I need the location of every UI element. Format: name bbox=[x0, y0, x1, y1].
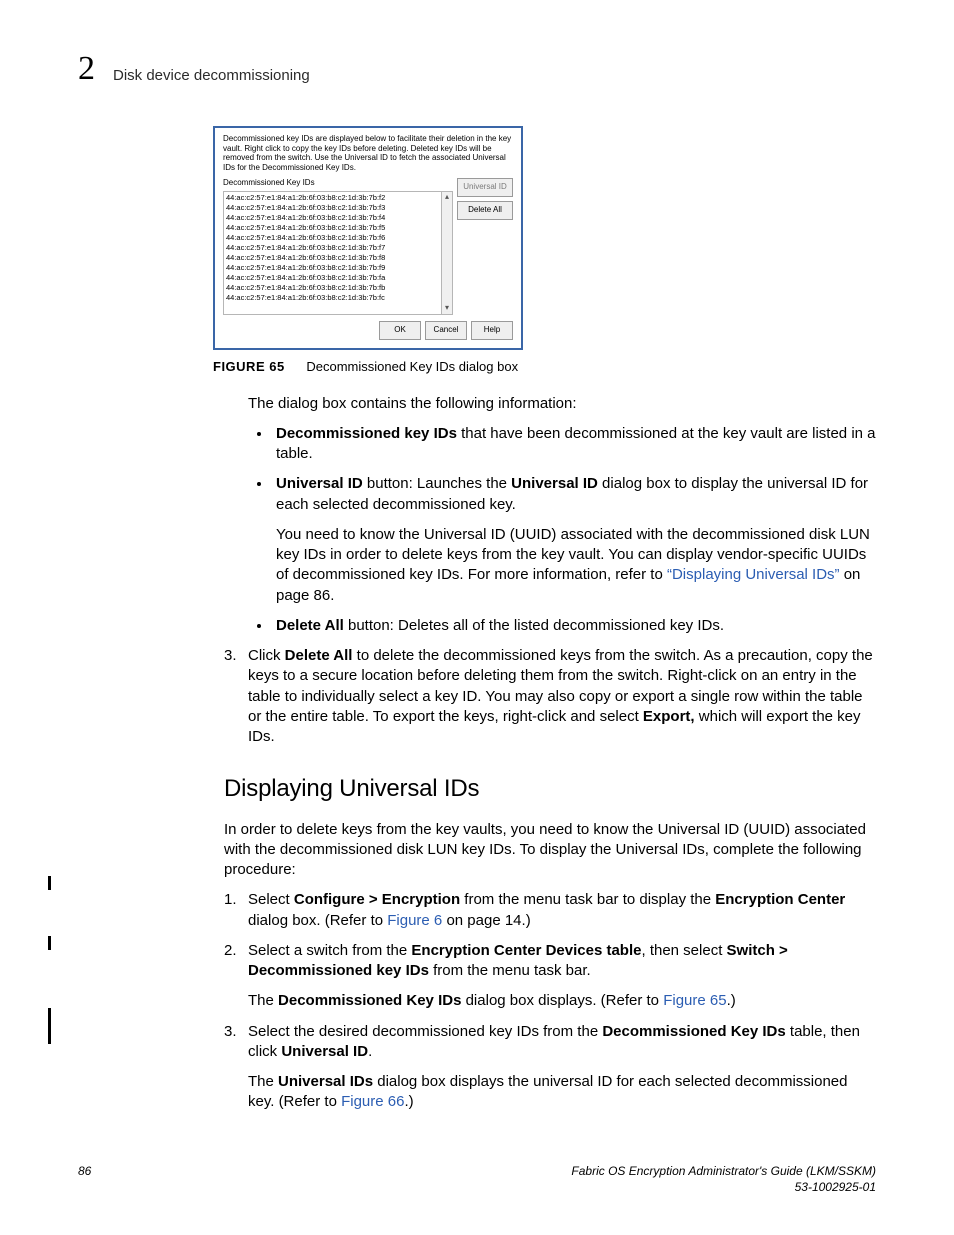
figure-caption-text: Decommissioned Key IDs dialog box bbox=[306, 359, 518, 374]
universal-id-button[interactable]: Universal ID bbox=[457, 178, 513, 197]
page-footer: 86 Fabric OS Encryption Administrator's … bbox=[78, 1163, 876, 1195]
key-id-row[interactable]: 44:ac:c2:57:e1:84:a1:2b:6f:03:b8:c2:1d:3… bbox=[226, 233, 439, 243]
key-id-row[interactable]: 44:ac:c2:57:e1:84:a1:2b:6f:03:b8:c2:1d:3… bbox=[226, 293, 439, 303]
delete-all-button[interactable]: Delete All bbox=[457, 201, 513, 220]
step-1: 1. Select Configure > Encryption from th… bbox=[224, 890, 876, 931]
figure-label: FIGURE 65 bbox=[213, 359, 285, 374]
scroll-down-icon[interactable]: ▾ bbox=[445, 303, 449, 314]
key-id-row[interactable]: 44:ac:c2:57:e1:84:a1:2b:6f:03:b8:c2:1d:3… bbox=[226, 263, 439, 273]
scrollbar[interactable]: ▴ ▾ bbox=[442, 191, 453, 315]
link-displaying-universal-ids[interactable]: “Displaying Universal IDs” bbox=[667, 566, 840, 583]
step-3: 3. Select the desired decommissioned key… bbox=[224, 1022, 876, 1113]
key-id-row[interactable]: 44:ac:c2:57:e1:84:a1:2b:6f:03:b8:c2:1d:3… bbox=[226, 213, 439, 223]
decommissioned-key-ids-dialog: Decommissioned key IDs are displayed bel… bbox=[213, 126, 523, 350]
key-id-row[interactable]: 44:ac:c2:57:e1:84:a1:2b:6f:03:b8:c2:1d:3… bbox=[226, 243, 439, 253]
footer-title: Fabric OS Encryption Administrator's Gui… bbox=[571, 1163, 876, 1179]
key-id-list[interactable]: 44:ac:c2:57:e1:84:a1:2b:6f:03:b8:c2:1d:3… bbox=[223, 191, 442, 315]
step-3-delete-all: 3. Click Delete All to delete the decomm… bbox=[224, 646, 876, 747]
chapter-number: 2 bbox=[78, 52, 95, 86]
lead-paragraph: The dialog box contains the following in… bbox=[248, 394, 876, 414]
body-content: The dialog box contains the following in… bbox=[248, 394, 876, 637]
bullet-universal-id-detail: You need to know the Universal ID (UUID)… bbox=[276, 525, 876, 606]
key-id-row[interactable]: 44:ac:c2:57:e1:84:a1:2b:6f:03:b8:c2:1d:3… bbox=[226, 203, 439, 213]
scroll-up-icon[interactable]: ▴ bbox=[445, 192, 449, 203]
bullet-delete-all: Delete All button: Deletes all of the li… bbox=[272, 616, 876, 636]
help-button[interactable]: Help bbox=[471, 321, 513, 340]
section2-intro: In order to delete keys from the key vau… bbox=[224, 820, 876, 881]
figure-caption: FIGURE 65 Decommissioned Key IDs dialog … bbox=[213, 358, 876, 376]
key-id-row[interactable]: 44:ac:c2:57:e1:84:a1:2b:6f:03:b8:c2:1d:3… bbox=[226, 283, 439, 293]
revision-bar bbox=[48, 876, 51, 890]
cancel-button[interactable]: Cancel bbox=[425, 321, 467, 340]
bullet-universal-id: Universal ID button: Launches the Univer… bbox=[272, 474, 876, 606]
page-header: 2 Disk device decommissioning bbox=[78, 52, 876, 86]
link-figure-6[interactable]: Figure 6 bbox=[387, 912, 442, 929]
revision-bar bbox=[48, 1008, 51, 1044]
figure-65: Decommissioned key IDs are displayed bel… bbox=[213, 126, 876, 376]
revision-bar bbox=[48, 936, 51, 950]
link-figure-65[interactable]: Figure 65 bbox=[663, 992, 726, 1009]
key-id-row[interactable]: 44:ac:c2:57:e1:84:a1:2b:6f:03:b8:c2:1d:3… bbox=[226, 253, 439, 263]
bullet-decommissioned-key-ids: Decommissioned key IDs that have been de… bbox=[272, 424, 876, 465]
section-title-displaying-universal-ids: Displaying Universal IDs bbox=[224, 773, 876, 805]
key-id-row[interactable]: 44:ac:c2:57:e1:84:a1:2b:6f:03:b8:c2:1d:3… bbox=[226, 193, 439, 203]
key-id-row[interactable]: 44:ac:c2:57:e1:84:a1:2b:6f:03:b8:c2:1d:3… bbox=[226, 223, 439, 233]
page-number: 86 bbox=[78, 1163, 91, 1195]
ok-button[interactable]: OK bbox=[379, 321, 421, 340]
list-header: Decommissioned Key IDs bbox=[223, 178, 453, 189]
key-id-row[interactable]: 44:ac:c2:57:e1:84:a1:2b:6f:03:b8:c2:1d:3… bbox=[226, 273, 439, 283]
running-title: Disk device decommissioning bbox=[113, 66, 310, 86]
footer-docnum: 53-1002925-01 bbox=[571, 1179, 876, 1195]
link-figure-66[interactable]: Figure 66 bbox=[341, 1093, 404, 1110]
step-2: 2. Select a switch from the Encryption C… bbox=[224, 941, 876, 1012]
dialog-intro-text: Decommissioned key IDs are displayed bel… bbox=[223, 134, 513, 172]
